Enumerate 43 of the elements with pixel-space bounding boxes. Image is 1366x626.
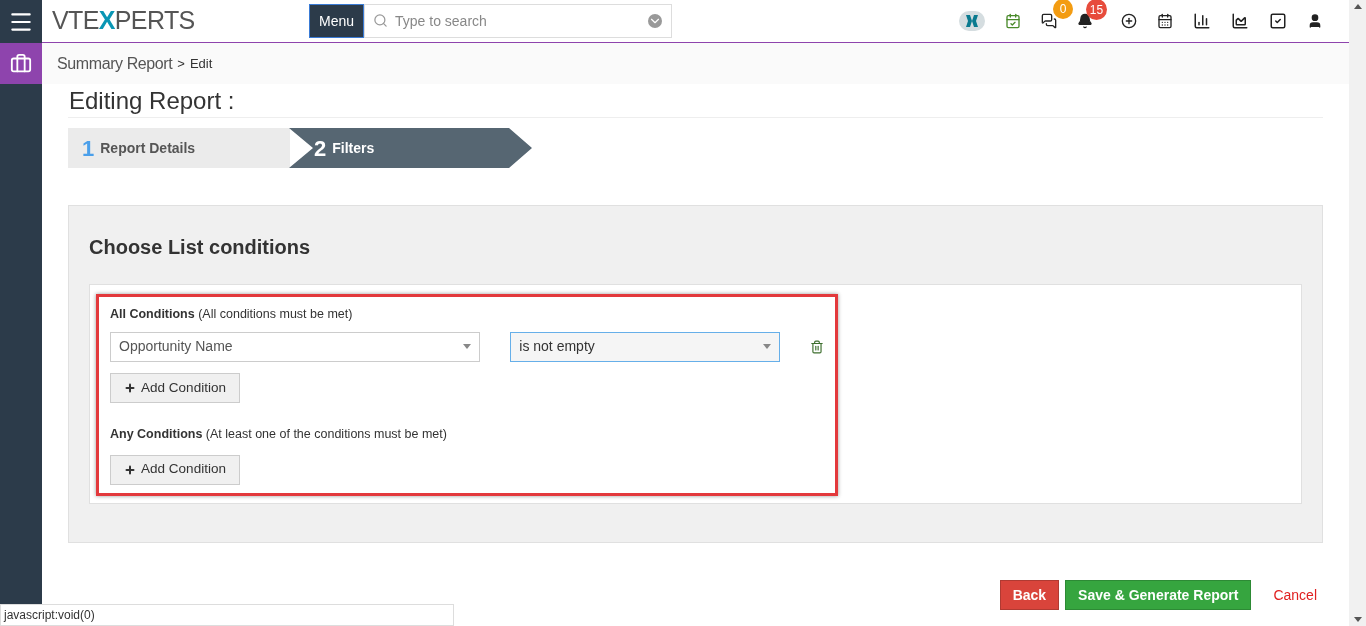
calendar-check-icon[interactable] [1005, 13, 1021, 29]
scrollbar[interactable] [1349, 0, 1366, 626]
operator-select[interactable]: is not empty [510, 331, 781, 362]
chat-badge: 0 [1053, 0, 1073, 19]
breadcrumb-page: Edit [189, 54, 213, 73]
notification-icon[interactable] [1077, 13, 1093, 29]
chat-icon[interactable] [1041, 13, 1057, 29]
page-title: Editing Report : [68, 84, 1323, 118]
field-select[interactable]: Opportunity Name [110, 331, 481, 362]
checkbox-icon[interactable] [1269, 12, 1287, 30]
dropdown-icon[interactable] [648, 14, 663, 28]
logo[interactable]: VTEXPERTS [52, 2, 202, 40]
back-button[interactable]: Back [999, 580, 1060, 610]
cancel-link[interactable]: Cancel [1273, 584, 1317, 606]
briefcase-icon [10, 52, 32, 75]
area-chart-icon[interactable] [1231, 12, 1249, 30]
delete-icon[interactable] [810, 339, 824, 354]
calendar-icon[interactable] [1157, 13, 1173, 29]
search-icon [373, 13, 389, 28]
group-heading: Any Conditions (At least one of the conditions must be met) [110, 425, 448, 443]
group-heading: All Conditions (All conditions must be met) [110, 306, 354, 323]
x-logo-icon[interactable] [959, 11, 985, 31]
add-icon[interactable] [1121, 13, 1137, 29]
menu-button[interactable]: Menu [309, 4, 365, 38]
panel-title: Choose List conditions [89, 235, 312, 260]
module-tile[interactable] [0, 43, 42, 84]
status-bar: javascript:void(0) [0, 604, 454, 626]
add-condition-button[interactable]: Add Condition [110, 454, 240, 485]
breadcrumb-separator: > [177, 54, 185, 73]
module-link[interactable]: Summary Report [57, 51, 173, 76]
wizard-step[interactable]: 1 Report Details [68, 128, 290, 168]
search-field[interactable]: Type to search [364, 4, 673, 38]
add-condition-button[interactable]: Add Condition [110, 372, 240, 403]
scroll-down-icon[interactable] [1353, 617, 1362, 622]
bar-chart-icon[interactable] [1193, 12, 1211, 30]
caret-icon [763, 344, 772, 350]
wizard-step[interactable]: 2 Filters [289, 128, 532, 168]
user-icon[interactable] [1307, 13, 1323, 29]
notification-badge: 15 [1086, 0, 1107, 20]
caret-icon [463, 344, 472, 350]
plus-icon [124, 463, 137, 476]
scroll-up-icon[interactable] [1353, 4, 1362, 9]
plus-icon [124, 381, 137, 394]
